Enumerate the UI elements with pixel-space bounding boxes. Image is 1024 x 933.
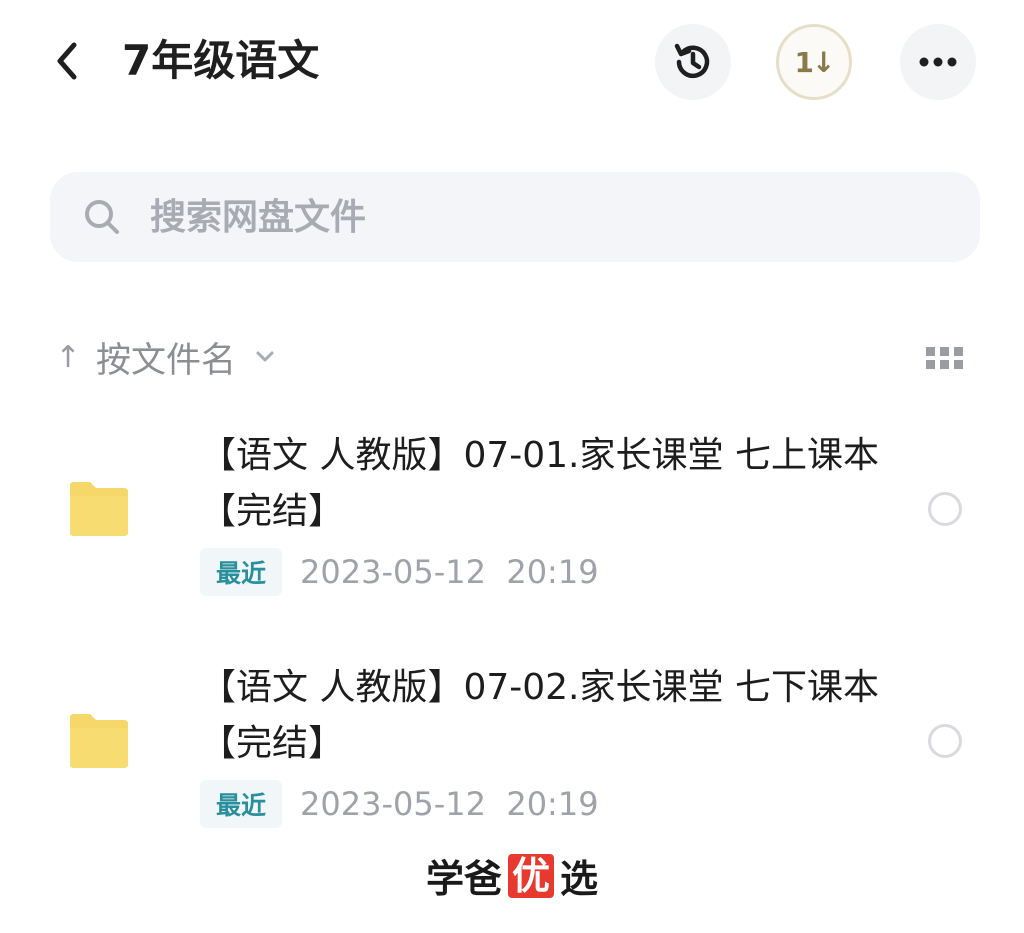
watermark-badge: 优 <box>507 853 554 898</box>
watermark-text: 学爸 <box>425 857 502 901</box>
chevron-left-icon <box>57 42 77 80</box>
sort-by-name-dropdown[interactable]: ↑ 按文件名 <box>50 330 276 384</box>
more-options-button[interactable] <box>900 24 976 100</box>
recent-badge: 最近 <box>200 780 283 828</box>
chevron-down-icon <box>254 346 276 368</box>
recent-badge: 最近 <box>200 548 283 596</box>
history-icon <box>674 43 710 79</box>
folder-icon <box>70 714 128 768</box>
file-browser-screen: 7年级语文 1↓ ↑ <box>0 0 1024 933</box>
file-meta: 最近 2023-05-12 20:19 <box>200 548 599 596</box>
search-input[interactable] <box>148 195 928 239</box>
file-name: 【语文 人教版】07-01.家长课堂 七上课本【完结】 <box>200 435 879 532</box>
file-list-item[interactable]: 【语文 人教版】07-01.家长课堂 七上课本【完结】 最近 2023-05-1… <box>0 420 1024 640</box>
back-button[interactable] <box>44 38 90 84</box>
file-date: 2023-05-12 20:19 <box>300 553 599 591</box>
select-checkbox[interactable] <box>928 724 962 758</box>
file-date: 2023-05-12 20:19 <box>300 785 599 823</box>
file-name: 【语文 人教版】07-02.家长课堂 七下课本【完结】 <box>200 667 879 764</box>
select-checkbox[interactable] <box>928 492 962 526</box>
page-title: 7年级语文 <box>122 36 320 85</box>
sort-ascending-icon: ↑ <box>55 339 81 375</box>
view-mode-toggle[interactable] <box>920 340 970 376</box>
top-bar: 7年级语文 1↓ <box>0 0 1024 125</box>
file-meta: 最近 2023-05-12 20:19 <box>200 780 599 828</box>
grid-view-icon <box>926 347 963 369</box>
search-icon <box>80 195 124 239</box>
sort-order-button[interactable]: 1↓ <box>776 24 852 100</box>
file-list-item[interactable]: 【语文 人教版】07-02.家长课堂 七下课本【完结】 最近 2023-05-1… <box>0 652 1024 872</box>
sort-label: 按文件名 <box>96 340 237 381</box>
watermark-text: 选 <box>560 857 599 901</box>
watermark: 学爸 优 选 <box>0 848 1024 903</box>
history-button[interactable] <box>655 24 731 100</box>
folder-icon <box>70 482 128 536</box>
search-bar[interactable] <box>50 172 980 262</box>
sort-order-icon: 1↓ <box>794 45 836 79</box>
more-icon <box>919 57 957 67</box>
